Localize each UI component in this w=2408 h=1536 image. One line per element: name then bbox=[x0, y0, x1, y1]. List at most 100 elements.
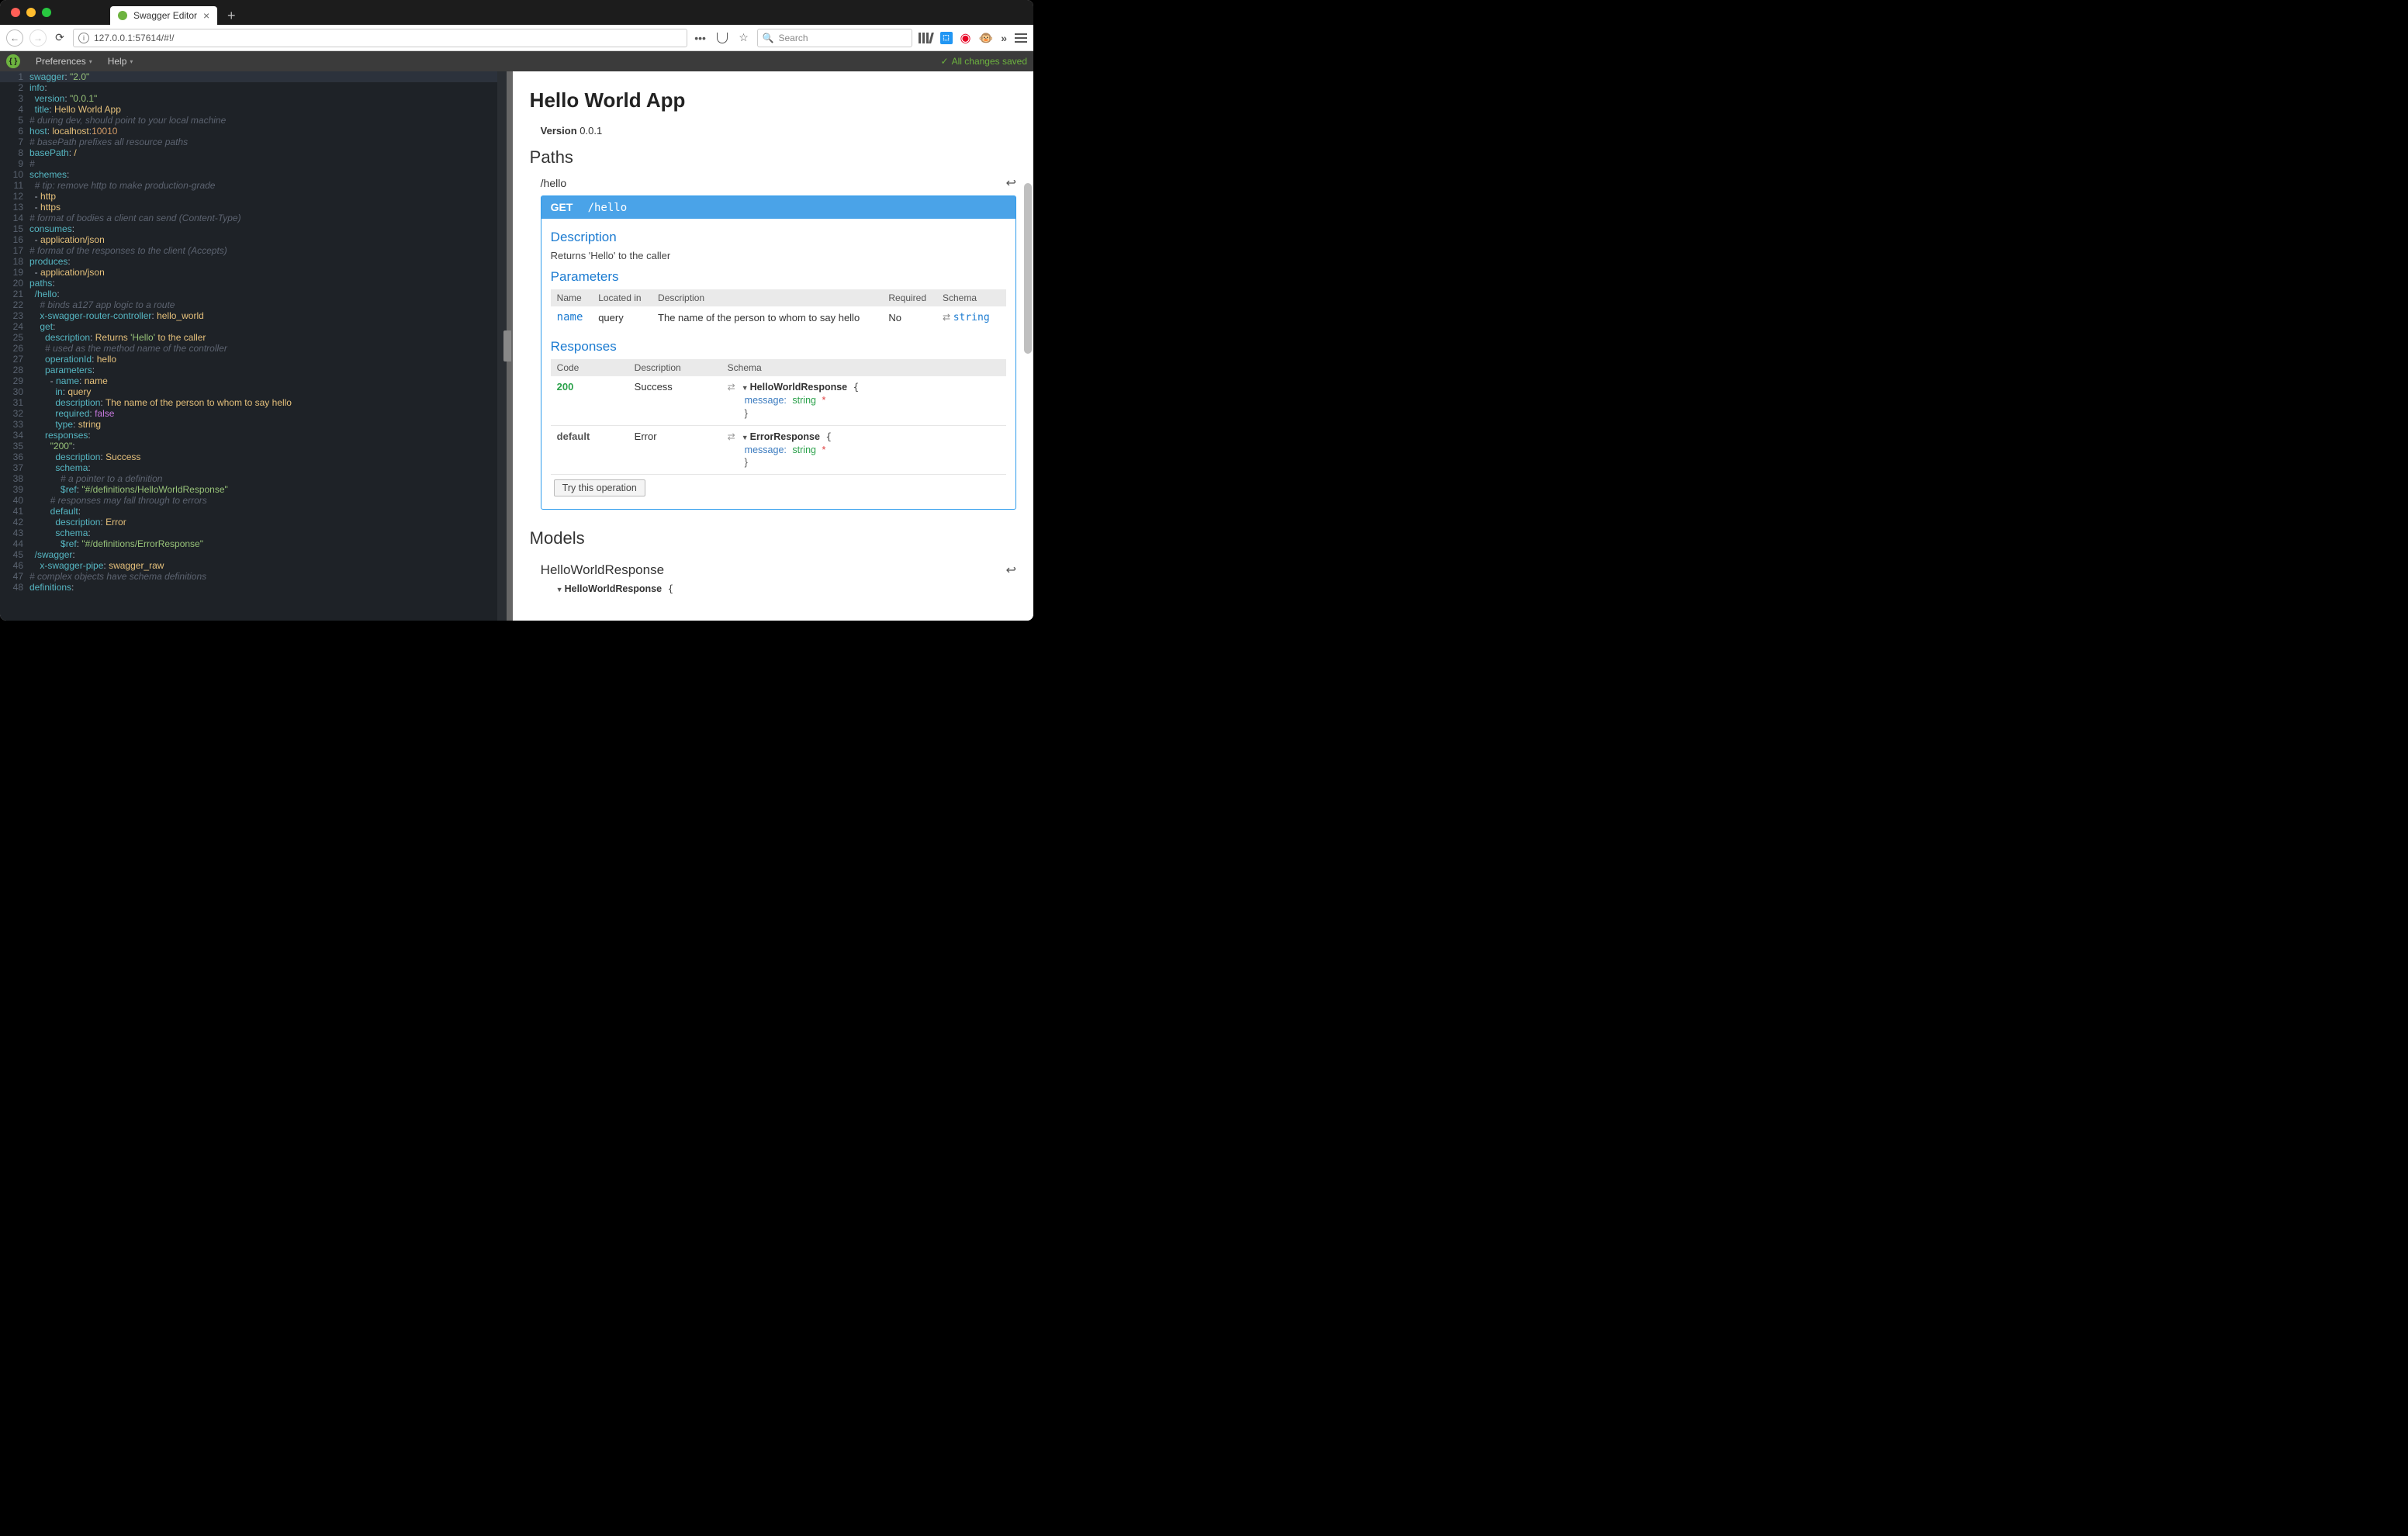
overflow-icon[interactable]: » bbox=[1001, 32, 1007, 44]
new-tab-button[interactable]: + bbox=[222, 6, 240, 25]
tab-title: Swagger Editor bbox=[133, 10, 197, 21]
editor-line[interactable]: 47# complex objects have schema definiti… bbox=[0, 571, 507, 582]
version-value: 0.0.1 bbox=[580, 125, 602, 137]
param-row: namequeryThe name of the person to whom … bbox=[551, 306, 1006, 328]
editor-line[interactable]: 37 schema: bbox=[0, 462, 507, 473]
editor-line[interactable]: 16 - application/json bbox=[0, 234, 507, 245]
editor-line[interactable]: 9# bbox=[0, 158, 507, 169]
editor-line[interactable]: 35 "200": bbox=[0, 441, 507, 451]
path-header[interactable]: /hello ↩ bbox=[530, 174, 1016, 195]
extension-icon[interactable]: ⬚ bbox=[940, 32, 953, 44]
bookmark-star-icon[interactable]: ☆ bbox=[737, 31, 751, 45]
editor-line[interactable]: 48definitions: bbox=[0, 582, 507, 593]
editor-line[interactable]: 13 - https bbox=[0, 202, 507, 213]
editor-line[interactable]: 15consumes: bbox=[0, 223, 507, 234]
editor-line[interactable]: 34 responses: bbox=[0, 430, 507, 441]
editor-line[interactable]: 40 # responses may fall through to error… bbox=[0, 495, 507, 506]
editor-line[interactable]: 42 description: Error bbox=[0, 517, 507, 528]
forward-button[interactable]: → bbox=[29, 29, 47, 47]
parameters-heading: Parameters bbox=[551, 269, 1006, 285]
browser-tab[interactable]: Swagger Editor × bbox=[110, 6, 217, 25]
model-name: HelloWorldResponse bbox=[541, 562, 664, 578]
editor-line[interactable]: 45 /swagger: bbox=[0, 549, 507, 560]
editor-line[interactable]: 3 version: "0.0.1" bbox=[0, 93, 507, 104]
editor-line[interactable]: 23 x-swagger-router-controller: hello_wo… bbox=[0, 310, 507, 321]
api-preview: Hello World App Version 0.0.1 Paths /hel… bbox=[513, 71, 1033, 621]
try-operation-button[interactable]: Try this operation bbox=[554, 479, 645, 496]
preview-scrollbar[interactable] bbox=[1024, 183, 1032, 354]
zoom-window-icon[interactable] bbox=[42, 8, 51, 17]
editor-line[interactable]: 44 $ref: "#/definitions/ErrorResponse" bbox=[0, 538, 507, 549]
menu-preferences[interactable]: Preferences bbox=[36, 56, 92, 67]
editor-line[interactable]: 11 # tip: remove http to make production… bbox=[0, 180, 507, 191]
minimize-window-icon[interactable] bbox=[26, 8, 36, 17]
app-window: Swagger Editor × + ← → ⟳ i 127.0.0.1:576… bbox=[0, 0, 1033, 621]
editor-line[interactable]: 2info: bbox=[0, 82, 507, 93]
more-icon[interactable]: ••• bbox=[694, 31, 708, 45]
save-status: All changes saved bbox=[941, 56, 1027, 67]
editor-line[interactable]: 1swagger: "2.0" bbox=[0, 71, 507, 82]
editor-line[interactable]: 20paths: bbox=[0, 278, 507, 289]
splitter-handle-icon[interactable] bbox=[503, 330, 511, 362]
editor-line[interactable]: 19 - application/json bbox=[0, 267, 507, 278]
editor-line[interactable]: 6host: localhost:10010 bbox=[0, 126, 507, 137]
editor-line[interactable]: 12 - http bbox=[0, 191, 507, 202]
reload-button[interactable]: ⟳ bbox=[53, 31, 67, 45]
editor-line[interactable]: 27 operationId: hello bbox=[0, 354, 507, 365]
tampermonkey-icon[interactable]: 🐵 bbox=[979, 31, 994, 45]
editor-line[interactable]: 26 # used as the method name of the cont… bbox=[0, 343, 507, 354]
swagger-menubar: { } Preferences Help All changes saved bbox=[0, 51, 1033, 71]
editor-line[interactable]: 14# format of bodies a client can send (… bbox=[0, 213, 507, 223]
editor-line[interactable]: 43 schema: bbox=[0, 528, 507, 538]
pinterest-icon[interactable]: ◉ bbox=[960, 30, 971, 46]
library-icon[interactable] bbox=[919, 33, 932, 43]
editor-line[interactable]: 22 # binds a127 app logic to a route bbox=[0, 299, 507, 310]
editor-line[interactable]: 10schemes: bbox=[0, 169, 507, 180]
editor-line[interactable]: 21 /hello: bbox=[0, 289, 507, 299]
editor-line[interactable]: 28 parameters: bbox=[0, 365, 507, 375]
col-required: Required bbox=[882, 289, 936, 306]
collapse-path-icon[interactable]: ↩ bbox=[1006, 175, 1016, 191]
editor-line[interactable]: 38 # a pointer to a definition bbox=[0, 473, 507, 484]
editor-line[interactable]: 41 default: bbox=[0, 506, 507, 517]
url-bar: ← → ⟳ i 127.0.0.1:57614/#!/ ••• ☆ 🔍 Sear… bbox=[0, 25, 1033, 51]
editor-line[interactable]: 30 in: query bbox=[0, 386, 507, 397]
http-verb: GET bbox=[551, 201, 579, 213]
close-window-icon[interactable] bbox=[11, 8, 20, 17]
editor-line[interactable]: 8basePath: / bbox=[0, 147, 507, 158]
editor-line[interactable]: 46 x-swagger-pipe: swagger_raw bbox=[0, 560, 507, 571]
col-desc: Description bbox=[652, 289, 882, 306]
yaml-editor[interactable]: 1swagger: "2.0"2info:3 version: "0.0.1"4… bbox=[0, 71, 507, 621]
col-name: Name bbox=[551, 289, 593, 306]
editor-line[interactable]: 24 get: bbox=[0, 321, 507, 332]
back-button[interactable]: ← bbox=[6, 29, 23, 47]
toolbar-extensions: ⬚ ◉ 🐵 » bbox=[919, 30, 1027, 46]
tab-close-icon[interactable]: × bbox=[203, 10, 209, 21]
model-header[interactable]: HelloWorldResponse ↩ bbox=[530, 555, 1016, 583]
models-heading: Models bbox=[530, 528, 1016, 548]
url-text: 127.0.0.1:57614/#!/ bbox=[94, 33, 174, 43]
site-info-icon[interactable]: i bbox=[78, 33, 89, 43]
editor-line[interactable]: 17# format of the responses to the clien… bbox=[0, 245, 507, 256]
editor-line[interactable]: 7# basePath prefixes all resource paths bbox=[0, 137, 507, 147]
search-field[interactable]: 🔍 Search bbox=[757, 29, 912, 47]
editor-line[interactable]: 5# during dev, should point to your loca… bbox=[0, 115, 507, 126]
pocket-icon[interactable] bbox=[715, 31, 729, 45]
operation-header[interactable]: GET /hello bbox=[541, 196, 1015, 219]
pane-splitter[interactable] bbox=[507, 71, 513, 621]
editor-line[interactable]: 32 required: false bbox=[0, 408, 507, 419]
editor-line[interactable]: 25 description: Returns 'Hello' to the c… bbox=[0, 332, 507, 343]
url-field[interactable]: i 127.0.0.1:57614/#!/ bbox=[73, 29, 687, 47]
editor-line[interactable]: 39 $ref: "#/definitions/HelloWorldRespon… bbox=[0, 484, 507, 495]
editor-line[interactable]: 31 description: The name of the person t… bbox=[0, 397, 507, 408]
hamburger-menu-icon[interactable] bbox=[1015, 33, 1027, 43]
editor-line[interactable]: 29 - name: name bbox=[0, 375, 507, 386]
paths-heading: Paths bbox=[530, 147, 1016, 168]
menu-help[interactable]: Help bbox=[108, 56, 133, 67]
editor-line[interactable]: 18produces: bbox=[0, 256, 507, 267]
url-right-icons: ••• ☆ bbox=[694, 31, 751, 45]
editor-line[interactable]: 36 description: Success bbox=[0, 451, 507, 462]
editor-line[interactable]: 4 title: Hello World App bbox=[0, 104, 507, 115]
editor-line[interactable]: 33 type: string bbox=[0, 419, 507, 430]
collapse-model-icon[interactable]: ↩ bbox=[1006, 562, 1016, 578]
